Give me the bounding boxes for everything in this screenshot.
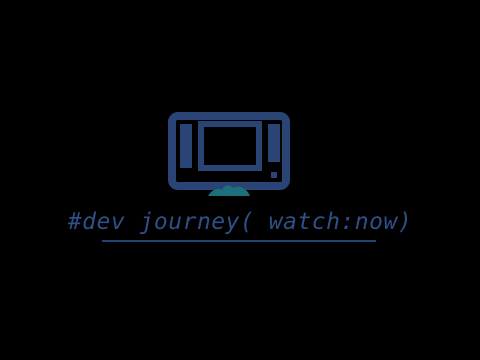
monitor-icon [168, 112, 290, 196]
monitor-power-dot [271, 172, 277, 178]
tagline-underline [102, 240, 376, 242]
monitor-left-panel [180, 124, 192, 168]
tagline-text: #dev journey( watch:now) [67, 209, 413, 235]
monitor-screen [198, 121, 262, 171]
splash-screen: #dev journey( watch:now) [0, 0, 480, 360]
monitor-right-panel [268, 124, 280, 162]
